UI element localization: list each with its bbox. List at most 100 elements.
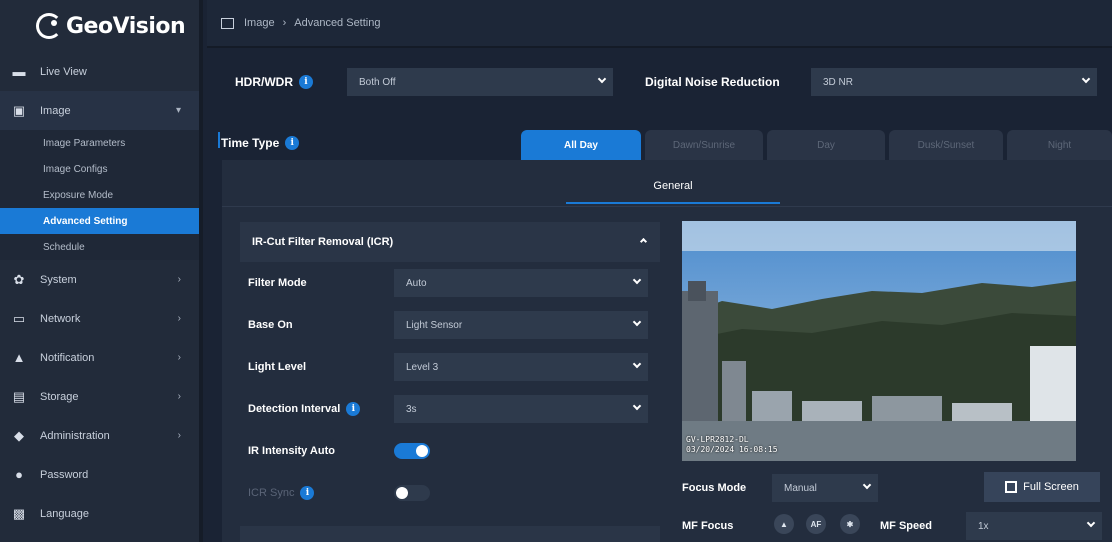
breadcrumb: Image › Advanced Setting [207,0,1112,48]
info-icon[interactable]: i [285,136,300,150]
base-on-label: Base On [248,319,293,331]
osd-timestamp: 03/20/2024 16:08:15 [686,445,778,454]
time-type-label-text: Time Type [221,136,280,150]
sidebar-item-notification[interactable]: ▲ Notification › [0,338,199,377]
tab-dawn-sunrise[interactable]: Dawn/Sunrise [645,130,763,160]
tab-divider [222,206,1112,207]
base-on-select[interactable]: Light Sensor [394,311,648,339]
sidebar-item-image[interactable]: ▣ Image ▾ [0,91,199,130]
sidebar-item-system[interactable]: ✿ System › [0,260,199,299]
chevron-down-icon [597,74,607,84]
dnr-select[interactable]: 3D NR [811,68,1097,96]
brand-logo[interactable]: GeoVision [0,0,199,52]
focus-mode-label: Focus Mode [682,482,747,494]
sidebar-item-label: Storage [40,390,79,403]
hdr-wdr-value: Both Off [359,76,396,88]
chevron-down-icon [632,401,642,411]
tab-night[interactable]: Night [1007,130,1112,160]
chevron-up-icon [639,237,648,246]
focus-mode-select[interactable]: Manual [772,474,878,502]
breadcrumb-separator: › [282,17,287,29]
sidebar-item-label: Language [40,507,89,520]
storage-icon: ▤ [12,388,26,404]
full-screen-label: Full Screen [1023,481,1079,493]
sidebar-subitem-image-parameters[interactable]: Image Parameters [0,130,199,156]
icr-sync-toggle[interactable] [394,485,430,501]
sidebar-item-label: Notification [40,351,95,364]
detection-interval-value: 3s [406,403,417,415]
focus-far-icon[interactable]: ✱ [840,514,860,534]
sidebar-item-network[interactable]: ▭ Network › [0,299,199,338]
hdr-wdr-select[interactable]: Both Off [347,68,613,96]
image-icon: ▣ [12,102,26,118]
filter-mode-select[interactable]: Auto [394,269,648,297]
filter-mode-row: Filter Mode Auto [240,262,660,304]
tab-all-day[interactable]: All Day [521,130,641,160]
sidebar-item-label: Network [40,312,81,325]
detection-interval-row: Detection Interval i 3s [240,388,660,430]
image-submenu: Image Parameters Image Configs Exposure … [0,130,199,260]
dnr-label: Digital Noise Reduction [645,75,780,89]
global-settings-bar: HDR/WDR i Both Off Digital Noise Reducti… [207,50,1112,114]
icr-section-title: IR-Cut Filter Removal (ICR) [252,236,394,248]
icr-sync-label: ICR Sync i [248,486,394,500]
icr-sync-row: ICR Sync i [240,472,660,514]
breadcrumb-section[interactable]: Image [244,17,275,29]
camera-icon: ▬ [12,64,26,79]
section-accent [218,132,220,148]
tab-dusk-sunset[interactable]: Dusk/Sunset [889,130,1003,160]
chevron-down-icon [862,480,872,490]
sidebar-item-label: Password [40,468,89,481]
shield-icon: ◆ [14,427,24,443]
detection-interval-select[interactable]: 3s [394,395,648,423]
preview-osd: GV-LPR2812-DL 03/20/2024 16:08:15 [686,435,778,455]
sidebar-item-label: Administration [40,429,110,442]
chevron-right-icon: › [177,352,181,363]
sidebar-item-label: System [40,273,77,286]
mf-focus-row: MF Focus ▲ AF ✱ MF Speed 1x [682,510,1102,542]
chevron-right-icon: › [177,313,181,324]
light-level-select[interactable]: Level 3 [394,353,648,381]
time-type-label: Time Type i [221,136,300,150]
icr-section-header[interactable]: IR-Cut Filter Removal (ICR) [240,222,660,262]
icr-sync-label-text: ICR Sync [248,487,295,499]
sidebar-subitem-schedule[interactable]: Schedule [0,234,199,260]
hdr-wdr-label-text: HDR/WDR [235,75,293,89]
tab-day[interactable]: Day [767,130,885,160]
fullscreen-icon [1005,481,1018,493]
sidebar-subitem-image-configs[interactable]: Image Configs [0,156,199,182]
mf-speed-select[interactable]: 1x [966,512,1102,540]
sidebar-item-live-view[interactable]: ▬ Live View [0,52,199,91]
dnr-value: 3D NR [823,76,854,88]
full-screen-button[interactable]: Full Screen [984,472,1100,502]
sidebar-item-password[interactable]: ● Password [0,455,199,494]
brand-name: GeoVision [66,13,186,39]
monitor-icon: ▭ [12,310,26,326]
chevron-down-icon [632,317,642,327]
sidebar-subitem-advanced-setting[interactable]: Advanced Setting [0,208,199,234]
chevron-down-icon [632,359,642,369]
gear-icon: ✿ [13,271,25,287]
sidebar-item-storage[interactable]: ▤ Storage › [0,377,199,416]
tab-general[interactable]: General [566,170,780,204]
mf-speed-label: MF Speed [880,520,932,532]
autofocus-button[interactable]: AF [806,514,826,534]
info-icon[interactable]: i [346,402,361,416]
base-on-value: Light Sensor [406,319,463,331]
sidebar-subitem-exposure-mode[interactable]: Exposure Mode [0,182,199,208]
chevron-down-icon [1086,518,1096,528]
chevron-down-icon [1081,74,1091,84]
next-section-header[interactable] [240,526,660,542]
focus-near-icon[interactable]: ▲ [774,514,794,534]
ir-intensity-auto-label: IR Intensity Auto [248,445,335,457]
light-level-label: Light Level [248,361,307,373]
osd-camera-name: GV-LPR2812-DL [686,435,749,444]
info-icon[interactable]: i [299,75,313,89]
sidebar-item-administration[interactable]: ◆ Administration › [0,416,199,455]
sidebar-item-language[interactable]: ▩ Language [0,494,199,533]
ir-intensity-auto-toggle[interactable] [394,443,430,459]
chevron-down-icon: ▾ [175,105,181,116]
sidebar-item-label: Live View [40,65,87,78]
language-icon: ▩ [12,505,26,521]
info-icon[interactable]: i [300,486,315,500]
